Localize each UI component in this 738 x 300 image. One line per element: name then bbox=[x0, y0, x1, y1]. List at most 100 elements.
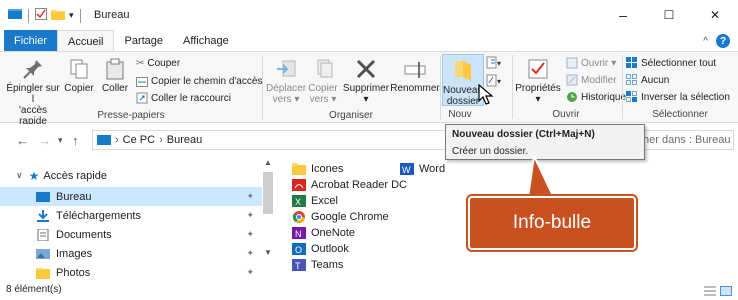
breadcrumb-bureau[interactable]: Bureau bbox=[167, 134, 202, 146]
copy-button[interactable]: Copier bbox=[62, 58, 96, 94]
scroll-up-icon[interactable]: ▲ bbox=[264, 158, 272, 167]
edit-icon bbox=[566, 74, 578, 86]
select-all-label: Sélectionner tout bbox=[641, 57, 717, 69]
recent-locations-icon[interactable]: ▾ bbox=[58, 135, 63, 146]
file-item-icones[interactable]: Icones bbox=[292, 161, 343, 177]
folder-icon bbox=[36, 267, 50, 279]
nav-item-telechargements[interactable]: Téléchargements ✦ bbox=[0, 206, 262, 225]
tab-affichage[interactable]: Affichage bbox=[173, 30, 239, 52]
svg-text:T: T bbox=[295, 261, 301, 271]
outlook-icon: O bbox=[292, 243, 306, 255]
edit-button[interactable]: Modifier bbox=[566, 74, 617, 86]
open-icon bbox=[566, 57, 578, 69]
open-label: Ouvrir bbox=[581, 57, 609, 69]
delete-button[interactable]: Supprimer ▾ bbox=[342, 58, 390, 105]
minimize-button[interactable]: – bbox=[600, 0, 646, 30]
quick-access-toolbar: ▾ bbox=[8, 8, 83, 23]
copy-path-button[interactable]: Copier le chemin d'accès bbox=[136, 76, 262, 87]
forward-arrow-icon[interactable]: → bbox=[38, 133, 51, 148]
tab-partage[interactable]: Partage bbox=[114, 30, 173, 52]
nav-item-documents[interactable]: Documents ✦ bbox=[0, 225, 262, 244]
file-item-word[interactable]: W Word bbox=[400, 161, 445, 177]
callout-label: Info-bulle bbox=[468, 196, 636, 250]
window-title: Bureau bbox=[94, 9, 130, 21]
tooltip-title: Nouveau dossier (Ctrl+Maj+N) bbox=[452, 129, 595, 140]
back-arrow-icon[interactable]: ← bbox=[16, 133, 29, 148]
word-icon: W bbox=[400, 163, 414, 175]
select-all-button[interactable]: Sélectionner tout bbox=[626, 57, 716, 69]
breadcrumb-ce-pc[interactable]: Ce PC bbox=[123, 134, 155, 146]
qat-dropdown-icon[interactable]: ▾ bbox=[69, 10, 74, 21]
nav-item-bureau[interactable]: Bureau ✦ bbox=[0, 187, 262, 206]
history-label: Historique bbox=[581, 91, 627, 103]
group-label-open: Ouvrir bbox=[552, 109, 580, 120]
properties-dropdown-icon: ▾ bbox=[535, 94, 541, 105]
up-arrow-icon[interactable]: ↑ bbox=[72, 133, 79, 148]
file-item-acrobat[interactable]: Acrobat Reader DC bbox=[292, 177, 407, 193]
new-folder-label: Nouveau dossier bbox=[443, 85, 484, 107]
download-arrow-icon bbox=[37, 209, 49, 222]
properties-check-icon[interactable] bbox=[35, 8, 47, 23]
file-item-teams[interactable]: T Teams bbox=[292, 257, 343, 273]
rename-button[interactable]: Renommer bbox=[390, 58, 440, 94]
new-folder-icon bbox=[453, 59, 473, 86]
help-icon[interactable]: ? bbox=[716, 34, 730, 48]
collapse-ribbon-icon[interactable]: ^ bbox=[703, 36, 708, 47]
new-folder-qat-icon[interactable] bbox=[51, 8, 65, 23]
file-item-outlook[interactable]: O Outlook bbox=[292, 241, 349, 257]
close-button[interactable]: ✕ bbox=[692, 0, 738, 30]
details-view-icon[interactable] bbox=[704, 286, 716, 299]
tab-fichier[interactable]: Fichier bbox=[4, 30, 58, 52]
delete-x-icon bbox=[356, 59, 376, 79]
file-item-onenote[interactable]: N OneNote bbox=[292, 225, 355, 241]
history-button[interactable]: Historique bbox=[566, 91, 626, 103]
nav-item-images[interactable]: Images ✦ bbox=[0, 244, 262, 263]
view-toggle bbox=[704, 286, 732, 299]
history-icon bbox=[567, 92, 577, 102]
status-bar: 8 élément(s) bbox=[0, 284, 738, 300]
select-none-button[interactable]: Aucun bbox=[626, 74, 669, 86]
file-item-chrome[interactable]: Google Chrome bbox=[292, 209, 389, 225]
nav-item-label: Téléchargements bbox=[56, 209, 141, 222]
svg-text:▾: ▾ bbox=[497, 77, 501, 86]
file-name: Google Chrome bbox=[311, 211, 389, 223]
nav-item-label: Images bbox=[56, 247, 93, 260]
explorer-icon bbox=[8, 8, 22, 23]
large-icons-view-icon[interactable] bbox=[720, 286, 732, 299]
group-label-select: Sélectionner bbox=[652, 109, 708, 120]
nav-item-photos[interactable]: Photos ✦ bbox=[0, 263, 262, 282]
svg-text:N: N bbox=[295, 229, 302, 239]
scroll-down-icon[interactable]: ▼ bbox=[264, 248, 272, 257]
invert-selection-button[interactable]: Inverser la sélection bbox=[626, 91, 730, 103]
paste-label: Coller bbox=[101, 83, 129, 94]
pin-icon: ✦ bbox=[246, 248, 254, 258]
callout-pointer bbox=[526, 156, 556, 199]
tab-accueil[interactable]: Accueil bbox=[57, 30, 115, 52]
svg-text:▾: ▾ bbox=[497, 59, 501, 68]
svg-text:X: X bbox=[295, 197, 301, 207]
file-name: Teams bbox=[311, 259, 344, 271]
quick-access-node[interactable]: ∨ ★ Accès rapide bbox=[0, 166, 262, 185]
paste-button[interactable]: Coller bbox=[98, 58, 132, 94]
paste-shortcut-label: Coller le raccourci bbox=[151, 92, 232, 104]
expand-chevron-icon[interactable]: ∨ bbox=[16, 170, 23, 181]
open-button[interactable]: Ouvrir ▾ bbox=[566, 57, 616, 69]
new-item-button[interactable]: ▾ bbox=[486, 56, 504, 73]
scroll-thumb[interactable] bbox=[263, 172, 273, 214]
pin-icon: ✦ bbox=[246, 267, 254, 277]
paste-icon bbox=[106, 58, 124, 80]
mouse-cursor-icon bbox=[478, 83, 494, 109]
desktop-icon bbox=[36, 191, 50, 202]
separator bbox=[28, 8, 29, 23]
paste-shortcut-button[interactable]: Coller le raccourci bbox=[136, 92, 231, 104]
properties-button[interactable]: Propriétés ▾ bbox=[514, 58, 562, 105]
breadcrumb-chevron-icon: › bbox=[159, 134, 163, 146]
search-input[interactable]: her dans : Bureau bbox=[630, 130, 734, 150]
move-to-button[interactable]: Déplacer vers ▾ bbox=[266, 58, 306, 105]
copy-to-button[interactable]: Copier vers ▾ bbox=[306, 58, 340, 105]
nav-scrollbar[interactable]: ▲ ▼ bbox=[262, 156, 275, 260]
ribbon-tabs: Fichier Accueil Partage Affichage ^ ? bbox=[0, 30, 738, 52]
cut-button[interactable]: ✂ Couper bbox=[136, 58, 180, 69]
maximize-button[interactable]: ☐ bbox=[646, 0, 692, 30]
file-item-excel[interactable]: X Excel bbox=[292, 193, 338, 209]
